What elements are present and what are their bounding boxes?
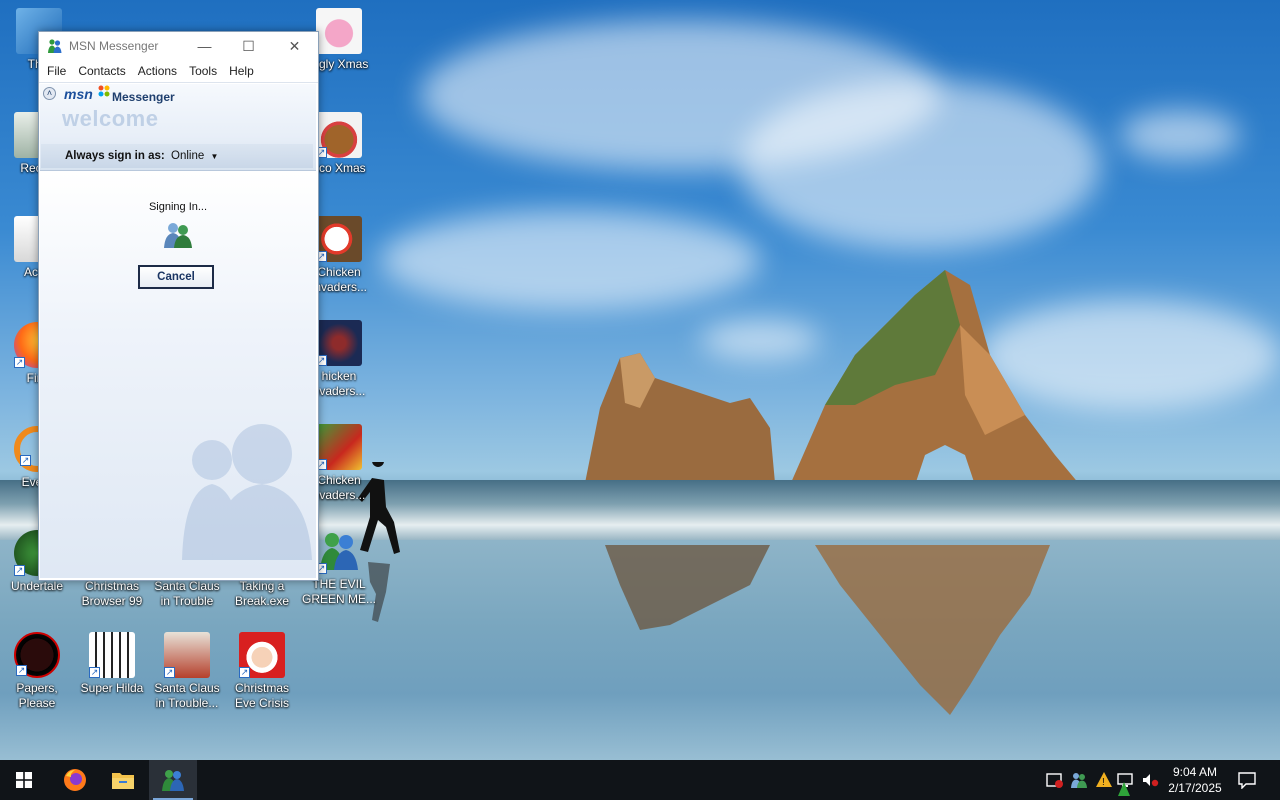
- taskbar-firefox[interactable]: [51, 760, 99, 800]
- minimize-button[interactable]: —: [182, 32, 227, 60]
- msn-icon: ↗: [316, 528, 362, 574]
- desktop-icon-santa-claus-in-trouble-2[interactable]: ↗ Santa Claus in Trouble...: [150, 632, 224, 711]
- msn-buddy-icon: [48, 39, 62, 53]
- msn-buddy-icon: [162, 770, 184, 791]
- santa-game-icon: ↗: [164, 632, 210, 678]
- menu-actions[interactable]: Actions: [132, 64, 183, 78]
- chicken-icon: ↗: [316, 216, 362, 262]
- rock-arch: [790, 270, 1080, 485]
- window-title: MSN Messenger: [69, 39, 159, 53]
- close-button[interactable]: ✕: [272, 32, 317, 60]
- sign-in-panel: Signing In... Cancel: [40, 172, 316, 578]
- msn-watermark-icon: [182, 424, 312, 560]
- msn-butterfly-icon: [98, 85, 110, 97]
- status-value: Online: [171, 150, 205, 162]
- signing-in-text: Signing In...: [148, 201, 208, 213]
- buddies-icon: [164, 223, 192, 248]
- folder-icon: [112, 773, 134, 789]
- bell-warning-icon[interactable]: !: [1095, 771, 1113, 789]
- welcome-heading: welcome: [62, 106, 159, 131]
- welcome-banner: ˄ msn Messenger welcome Always sign in a…: [40, 84, 316, 171]
- svg-text:!: !: [1102, 777, 1105, 788]
- status-label: Always sign in as:: [65, 150, 165, 162]
- chicken-icon: ↗: [316, 424, 362, 470]
- volume-muted-icon[interactable]: [1141, 771, 1159, 789]
- menu-help[interactable]: Help: [223, 64, 260, 78]
- taskbar: ! 9:04 AM 2/17/2025: [0, 760, 1280, 800]
- menu-contacts[interactable]: Contacts: [72, 64, 131, 78]
- windows-logo-icon: [16, 772, 32, 788]
- papers-please-icon: ↗: [14, 632, 60, 678]
- bear-icon: ↗: [316, 112, 362, 158]
- maximize-button[interactable]: ☐: [226, 32, 271, 60]
- desktop-icon-christmas-eve-crisis[interactable]: ↗ Christmas Eve Crisis: [225, 632, 299, 711]
- msn-messenger-window[interactable]: MSN Messenger — ☐ ✕ File Contacts Action…: [38, 31, 319, 581]
- rock-reflection-arch: [815, 545, 1050, 715]
- cancel-button[interactable]: Cancel: [138, 265, 214, 289]
- collapse-chevron-icon[interactable]: ˄: [43, 87, 56, 100]
- clock-time: 9:04 AM: [1172, 765, 1218, 779]
- security-alert-icon[interactable]: [1046, 771, 1064, 789]
- msn-tray-icon[interactable]: [1070, 771, 1088, 789]
- clock-date: 2/17/2025: [1168, 781, 1222, 795]
- rock-reflection-left: [605, 545, 770, 630]
- pixel-game-icon: ↗: [89, 632, 135, 678]
- taskbar-file-explorer[interactable]: [99, 760, 147, 800]
- santa-icon: ↗: [239, 632, 285, 678]
- menu-bar: File Contacts Actions Tools Help: [39, 60, 318, 83]
- msn-logo: msn: [64, 86, 93, 102]
- notifications-icon[interactable]: [1238, 771, 1256, 789]
- start-button[interactable]: [0, 760, 48, 800]
- chevron-down-icon: ▼: [210, 152, 219, 161]
- desktop-icon-super-hilda[interactable]: ↗ Super Hilda: [75, 632, 149, 696]
- menu-file[interactable]: File: [41, 64, 72, 78]
- status-dropdown[interactable]: Online ▼: [171, 150, 218, 162]
- firefox-icon: [64, 769, 86, 791]
- christmas-tree-icon: [1118, 782, 1130, 796]
- menu-tools[interactable]: Tools: [183, 64, 223, 78]
- chicken-icon: ↗: [316, 320, 362, 366]
- taskbar-clock[interactable]: 9:04 AM 2/17/2025: [1163, 764, 1227, 796]
- pig-icon: [316, 8, 362, 54]
- taskbar-msn-messenger[interactable]: [149, 760, 197, 800]
- messenger-wordmark: Messenger: [112, 90, 175, 104]
- desktop-icon-papers-please[interactable]: ↗ Papers, Please: [0, 632, 74, 711]
- window-titlebar[interactable]: MSN Messenger — ☐ ✕: [39, 32, 318, 60]
- rock-formation-left: [585, 353, 775, 483]
